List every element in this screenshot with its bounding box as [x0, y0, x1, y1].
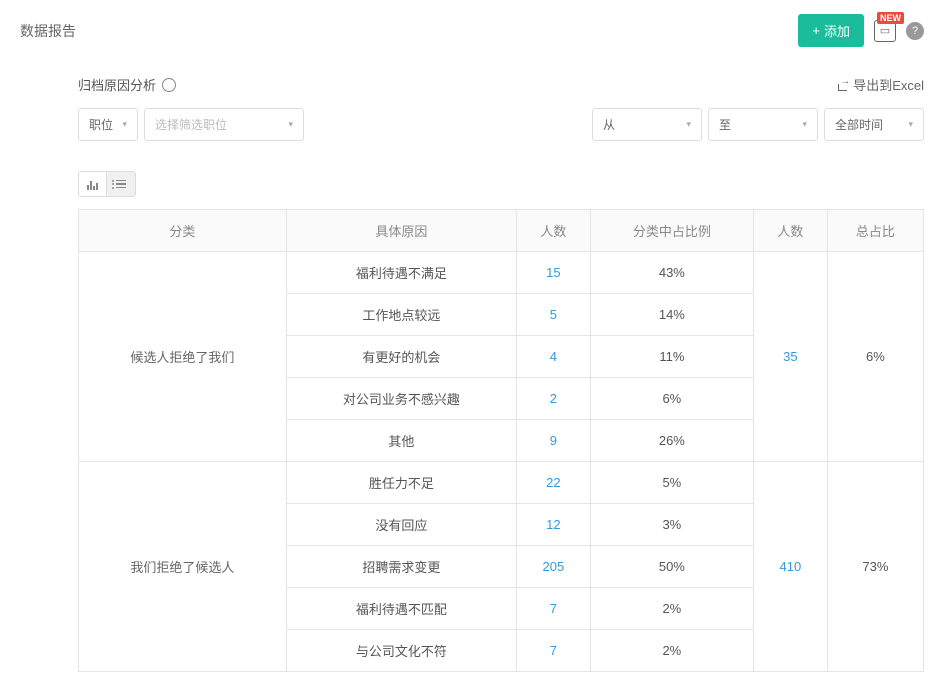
pct-cell: 43% — [590, 252, 753, 294]
position-type-select[interactable]: 职位 ▾ — [78, 108, 138, 141]
report-table: 分类 具体原因 人数 分类中占比例 人数 总占比 候选人拒绝了我们福利待遇不满足… — [78, 209, 924, 672]
pct-cell: 2% — [590, 588, 753, 630]
reason-cell: 对公司业务不感兴趣 — [286, 378, 516, 420]
chevron-down-icon: ▾ — [802, 119, 807, 130]
pct-cell: 3% — [590, 504, 753, 546]
group-total-pct-cell: 6% — [827, 252, 923, 462]
date-from-select[interactable]: 从 ▾ — [592, 108, 702, 141]
count-cell[interactable]: 9 — [516, 420, 590, 462]
count-cell[interactable]: 7 — [516, 630, 590, 672]
time-range-label: 全部时间 — [835, 116, 883, 133]
col-pct-in-cat: 分类中占比例 — [590, 210, 753, 252]
pct-cell: 26% — [590, 420, 753, 462]
time-range-select[interactable]: 全部时间 ▾ — [824, 108, 924, 141]
count-cell[interactable]: 2 — [516, 378, 590, 420]
reason-cell: 其他 — [286, 420, 516, 462]
calendar-icon-button[interactable]: ▭ NEW — [874, 20, 896, 42]
pct-cell: 14% — [590, 294, 753, 336]
help-button[interactable]: ? — [906, 22, 924, 40]
count-cell[interactable]: 22 — [516, 462, 590, 504]
table-row: 我们拒绝了候选人胜任力不足225%41073% — [79, 462, 924, 504]
group-total-pct-cell: 73% — [827, 462, 923, 672]
chevron-down-icon: ▾ — [908, 119, 913, 130]
chevron-down-icon: ▾ — [686, 119, 691, 130]
position-filter-select[interactable]: 选择筛选职位 ▾ — [144, 108, 304, 141]
position-filter-placeholder: 选择筛选职位 — [155, 116, 227, 133]
export-icon — [837, 79, 849, 91]
list-icon — [116, 180, 126, 189]
count-cell[interactable]: 7 — [516, 588, 590, 630]
add-button-label: 添加 — [824, 21, 850, 40]
reason-cell: 没有回应 — [286, 504, 516, 546]
pct-cell: 50% — [590, 546, 753, 588]
pct-cell: 6% — [590, 378, 753, 420]
pct-cell: 11% — [590, 336, 753, 378]
bar-chart-icon — [87, 179, 98, 190]
group-total-count-cell[interactable]: 35 — [753, 252, 827, 462]
new-badge: NEW — [877, 12, 904, 24]
date-icon: ▭ — [880, 24, 890, 37]
chevron-down-icon: ▾ — [122, 119, 127, 130]
reason-cell: 胜任力不足 — [286, 462, 516, 504]
count-cell[interactable]: 15 — [516, 252, 590, 294]
reason-cell: 福利待遇不匹配 — [286, 588, 516, 630]
refresh-icon[interactable] — [162, 78, 176, 92]
page-title: 数据报告 — [20, 21, 76, 41]
col-category: 分类 — [79, 210, 287, 252]
plus-icon: + — [812, 23, 820, 38]
pct-cell: 2% — [590, 630, 753, 672]
count-cell[interactable]: 205 — [516, 546, 590, 588]
chevron-down-icon: ▾ — [288, 119, 293, 130]
pct-cell: 5% — [590, 462, 753, 504]
count-cell[interactable]: 12 — [516, 504, 590, 546]
reason-cell: 招聘需求变更 — [286, 546, 516, 588]
date-to-select[interactable]: 至 ▾ — [708, 108, 818, 141]
position-type-label: 职位 — [89, 116, 113, 133]
date-from-label: 从 — [603, 116, 615, 133]
category-cell: 我们拒绝了候选人 — [79, 462, 287, 672]
chart-view-button[interactable] — [79, 172, 107, 196]
group-total-count-cell[interactable]: 410 — [753, 462, 827, 672]
list-view-button[interactable] — [107, 172, 135, 196]
reason-cell: 与公司文化不符 — [286, 630, 516, 672]
section-title: 归档原因分析 — [78, 75, 156, 94]
reason-cell: 工作地点较远 — [286, 294, 516, 336]
col-count1: 人数 — [516, 210, 590, 252]
view-toggle — [78, 171, 136, 197]
date-to-label: 至 — [719, 116, 731, 133]
col-reason: 具体原因 — [286, 210, 516, 252]
reason-cell: 福利待遇不满足 — [286, 252, 516, 294]
table-row: 候选人拒绝了我们福利待遇不满足1543%356% — [79, 252, 924, 294]
category-cell: 候选人拒绝了我们 — [79, 252, 287, 462]
col-total-pct: 总占比 — [827, 210, 923, 252]
export-button[interactable]: 导出到Excel — [837, 75, 924, 94]
export-label: 导出到Excel — [853, 75, 924, 94]
count-cell[interactable]: 5 — [516, 294, 590, 336]
reason-cell: 有更好的机会 — [286, 336, 516, 378]
add-button[interactable]: + 添加 — [798, 14, 864, 47]
col-count2: 人数 — [753, 210, 827, 252]
count-cell[interactable]: 4 — [516, 336, 590, 378]
